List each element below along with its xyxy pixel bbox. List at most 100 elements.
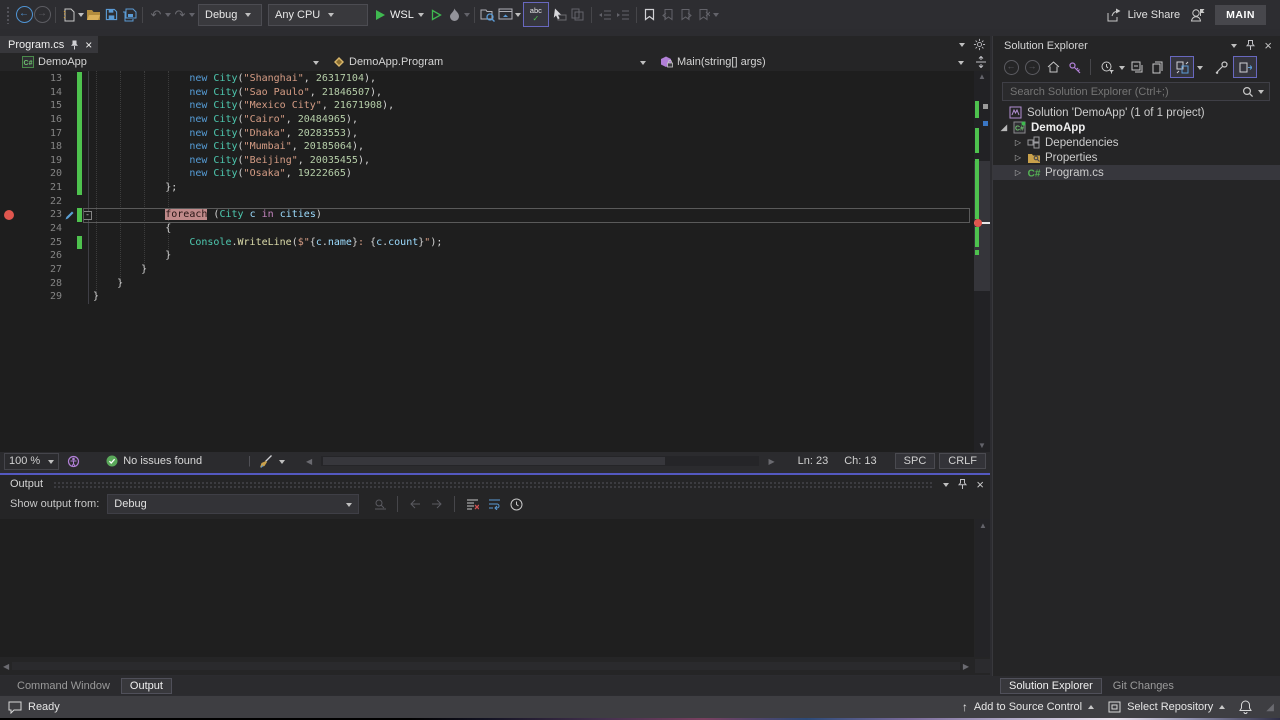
breakpoint-margin[interactable] [0,249,20,263]
se-search-box[interactable] [1002,82,1270,101]
scroll-up-arrow[interactable]: ▲ [974,72,990,82]
spaces-indicator[interactable]: SPC [895,453,936,469]
navigate-back-button[interactable]: ← [15,4,33,26]
undo-button[interactable]: ↶ [147,4,165,26]
pin-icon[interactable] [958,479,967,490]
start-debugging-button[interactable]: WSL [375,9,424,21]
expand-arrow-icon[interactable]: ▷ [1011,168,1025,177]
output-content[interactable] [0,519,974,657]
feedback-button[interactable] [1190,7,1205,22]
browser-home-dropdown[interactable] [515,13,521,20]
add-to-source-control-button[interactable]: ↑ Add to Source Control [962,700,1094,714]
se-filter-dropdown[interactable] [1119,66,1125,73]
code-line-13[interactable]: 13 new City("Shanghai", 26317104), [0,72,974,86]
timestamp-toggle-button[interactable] [507,493,525,515]
copy-button[interactable] [569,4,587,26]
hot-reload-button[interactable] [446,4,464,26]
search-options-dropdown[interactable] [1258,90,1264,97]
tab-list-dropdown[interactable] [959,43,965,50]
scroll-down-arrow[interactable]: ▼ [974,441,990,451]
breakpoint-margin[interactable] [0,236,20,250]
hot-reload-dropdown[interactable] [464,13,470,20]
output-horizontal-scrollbar[interactable]: ◀ ▶ [0,661,972,671]
project-dropdown[interactable]: C# DemoApp [0,53,327,71]
code-line-22[interactable]: 22 [0,195,974,209]
solution-configuration-dropdown[interactable]: Debug [198,4,262,26]
browser-home-button[interactable] [497,4,515,26]
editor-horizontal-scrollbar[interactable] [321,456,759,466]
code-line-21[interactable]: 21 }; [0,181,974,195]
status-message[interactable]: Ready [8,701,60,714]
redo-dropdown[interactable] [189,13,195,20]
gear-icon[interactable] [973,38,986,51]
code-cleanup-dropdown[interactable] [279,460,285,467]
breakpoint-margin[interactable] [0,99,20,113]
find-message-button[interactable] [371,493,389,515]
live-share-button[interactable]: Live Share [1107,8,1181,22]
previous-bookmark-button[interactable] [659,4,677,26]
tree-item-solution-demoapp-1-of-1-project[interactable]: Solution 'DemoApp' (1 of 1 project) [993,105,1280,120]
code-line-26[interactable]: 26 } [0,249,974,263]
code-line-18[interactable]: 18 new City("Mumbai", 20185064), [0,140,974,154]
se-collapse-all-button[interactable] [1128,56,1146,78]
breakpoint-margin[interactable] [0,195,20,209]
breakpoint-margin[interactable] [0,113,20,127]
panel-drag-handle[interactable] [53,481,933,488]
code-line-14[interactable]: 14 new City("Sao Paulo", 21846507), [0,86,974,100]
expand-arrow-icon[interactable]: ▷ [1011,153,1025,162]
close-panel-icon[interactable]: × [976,477,984,492]
select-repository-button[interactable]: Select Repository [1108,701,1225,713]
pin-icon[interactable] [70,40,79,50]
breakpoint-margin[interactable] [0,222,20,236]
se-window-dropdown[interactable] [1231,44,1237,51]
spell-checker-toggle[interactable]: abc ✓ [523,2,549,27]
toggle-bookmark-button[interactable] [641,4,659,26]
pointer-select-button[interactable] [551,4,569,26]
code-line-29[interactable]: 29} [0,290,974,304]
breakpoint-margin[interactable] [0,127,20,141]
previous-message-button[interactable] [406,493,424,515]
redo-button[interactable]: ↷ [171,4,189,26]
se-sync-with-active-document-button[interactable] [1170,56,1194,78]
breakpoint-margin[interactable] [0,167,20,181]
se-pending-changes-filter-button[interactable] [1098,56,1116,78]
code-line-23[interactable]: 23- foreach (City c in cities) [0,208,974,222]
word-wrap-button[interactable] [485,493,503,515]
code-line-25[interactable]: 25 Console.WriteLine($"{c.name}: {c.coun… [0,236,974,250]
decrease-indent-button[interactable] [596,4,614,26]
code-line-20[interactable]: 20 new City("Osaka", 19222665) [0,167,974,181]
next-message-button[interactable] [428,493,446,515]
output-scroll-up-arrow[interactable]: ▲ [975,521,991,531]
tab-git-changes[interactable]: Git Changes [1104,678,1183,694]
breakpoint-margin[interactable] [0,290,20,304]
next-bookmark-button[interactable] [677,4,695,26]
breakpoint-margin[interactable] [0,72,20,86]
se-sync-dropdown[interactable] [1197,66,1203,73]
se-forward-button[interactable]: → [1023,56,1041,78]
se-search-input[interactable] [1008,85,1242,99]
breakpoint-margin[interactable] [0,86,20,100]
notifications-bell-button[interactable] [1239,700,1252,714]
editor-vertical-scrollbar[interactable]: ▲ ▼ [974,71,990,452]
tree-item-demoapp[interactable]: ◢C#DemoApp [993,120,1280,135]
tab-command-window[interactable]: Command Window [8,678,119,694]
se-switch-views-button[interactable] [1065,56,1083,78]
code-line-19[interactable]: 19 new City("Beijing", 20035455), [0,154,974,168]
tab-output[interactable]: Output [121,678,172,694]
se-home-button[interactable] [1044,56,1062,78]
hscroll-right-arrow[interactable]: ▶ [765,457,777,466]
type-dropdown[interactable]: DemoApp.Program [327,53,654,71]
se-back-button[interactable]: ← [1002,56,1020,78]
start-without-debugging-button[interactable] [428,4,446,26]
clear-all-button[interactable] [463,493,481,515]
se-properties-button[interactable] [1212,56,1230,78]
hscroll-left-arrow[interactable]: ◀ [303,457,315,466]
code-cleanup-button[interactable] [257,450,275,472]
code-line-24[interactable]: 24 { [0,222,974,236]
code-line-16[interactable]: 16 new City("Cairo", 20484965), [0,113,974,127]
accessibility-icon[interactable] [67,455,80,468]
document-tab[interactable]: Program.cs × [0,36,98,53]
open-file-button[interactable] [84,4,102,26]
se-show-all-files-button[interactable] [1149,56,1167,78]
pin-icon[interactable] [1246,40,1255,51]
